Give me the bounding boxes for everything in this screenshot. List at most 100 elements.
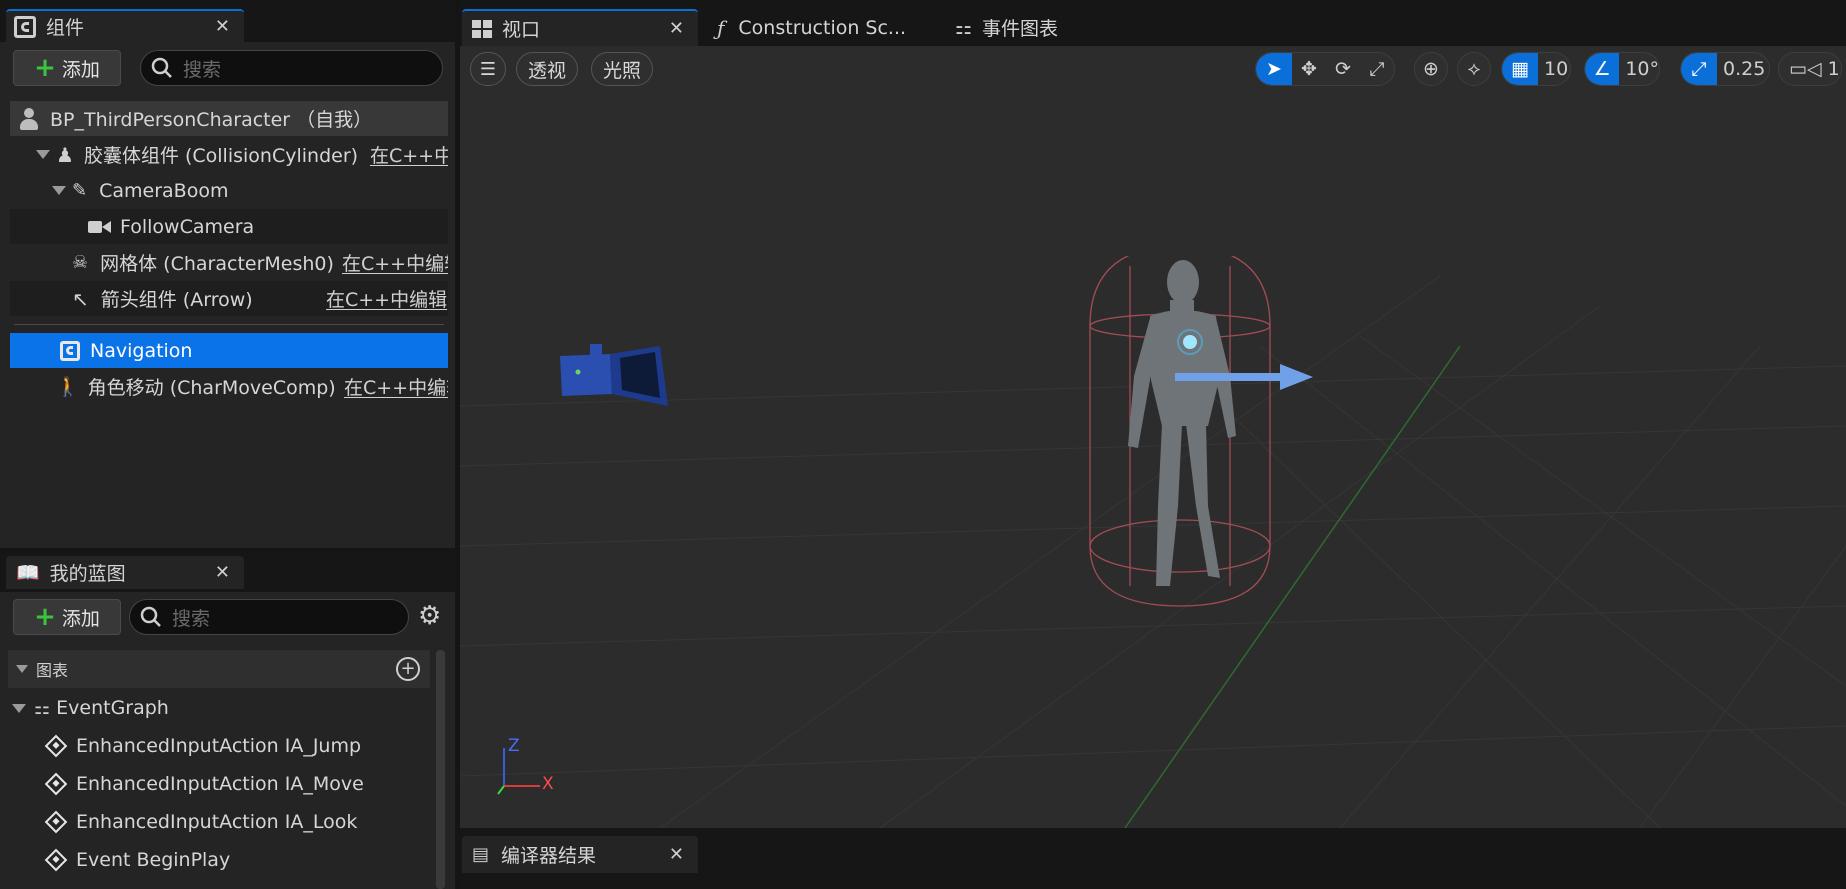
collapse-arrow-icon[interactable] xyxy=(12,703,26,713)
tab-my-blueprint-label: 我的蓝图 xyxy=(49,563,126,585)
scale-snap-group[interactable]: ⤢ 0.25 xyxy=(1680,52,1770,86)
tree-item-followcamera[interactable]: FollowCamera xyxy=(10,209,448,244)
add-component-button[interactable]: + 添加 xyxy=(13,50,121,86)
transform-tools-group: ➤ ✥ ⟳ ⤢ xyxy=(1255,52,1395,86)
event-item[interactable]: EnhancedInputAction IA_Look xyxy=(44,804,358,840)
search-icon xyxy=(140,606,161,627)
world-space-icon: ⊕ xyxy=(1423,58,1439,80)
tab-components[interactable]: 组件 ✕ xyxy=(6,9,244,42)
event-label: EnhancedInputAction IA_Look xyxy=(76,811,358,833)
tab-event-graph[interactable]: ⚏ 事件图表 xyxy=(945,9,1175,46)
angle-snap-icon[interactable]: ∠ xyxy=(1585,53,1620,85)
grid-snap-group[interactable]: ▦ 10 xyxy=(1501,52,1571,86)
tree-item-label: 角色移动 (CharMoveComp) xyxy=(87,377,336,399)
tab-viewport[interactable]: 视口 ✕ xyxy=(462,9,698,46)
camera-speed-group[interactable]: ▭◁ 1 xyxy=(1778,52,1842,86)
search-placeholder: 搜索 xyxy=(183,58,222,81)
event-graph-label: EventGraph xyxy=(56,697,169,719)
tree-item-charmove[interactable]: 🚶 角色移动 (CharMoveComp) 在C++中编辑 xyxy=(10,369,448,404)
close-icon[interactable]: ✕ xyxy=(215,16,230,37)
edit-in-cpp-link[interactable]: 在C++中编辑 xyxy=(326,285,447,312)
character-icon xyxy=(20,107,38,130)
edit-in-cpp-link[interactable]: 在C++中编辑 xyxy=(342,249,448,276)
event-node-icon xyxy=(44,848,68,872)
blueprint-search-input[interactable]: 搜索 xyxy=(129,599,409,635)
lighting-button[interactable]: 光照 xyxy=(591,52,653,86)
character-movement-icon: 🚶 xyxy=(56,376,80,398)
camera-icon xyxy=(88,219,112,235)
event-item[interactable]: EnhancedInputAction IA_Move xyxy=(44,766,364,802)
scale-tool-icon[interactable]: ⤢ xyxy=(1360,53,1394,85)
expand-arrow-icon[interactable] xyxy=(36,150,50,159)
tree-root-label: BP_ThirdPersonCharacter （自我） xyxy=(50,109,373,131)
arrow-component-mesh xyxy=(1175,364,1313,390)
event-node-icon xyxy=(44,810,68,834)
skeleton-icon: ☠ xyxy=(72,252,89,273)
add-blueprint-item-button[interactable]: + 添加 xyxy=(13,599,121,635)
event-graph-row[interactable]: ⚏ EventGraph xyxy=(8,690,430,726)
tree-item-navigation[interactable]: Navigation xyxy=(10,333,448,368)
scale-snap-value[interactable]: 0.25 xyxy=(1723,58,1765,80)
rotation-snap-value[interactable]: 10° xyxy=(1625,58,1659,80)
event-node-icon xyxy=(44,772,68,796)
add-circle-icon[interactable]: + xyxy=(396,657,420,681)
event-item[interactable]: Event BeginPlay xyxy=(44,842,230,878)
viewport-menu-button[interactable]: ☰ xyxy=(470,52,506,86)
tree-item-label: Navigation xyxy=(90,339,193,362)
add-label: 添加 xyxy=(61,607,100,630)
lighting-label: 光照 xyxy=(602,59,641,82)
follow-camera-mesh xyxy=(560,344,668,406)
grid-snap-icon[interactable]: ▦ xyxy=(1502,53,1538,85)
rotation-snap-group[interactable]: ∠ 10° xyxy=(1584,52,1660,86)
arrow-component-icon: ↖ xyxy=(72,286,89,311)
edit-in-cpp-link[interactable]: 在C++中编辑 xyxy=(344,373,448,400)
surface-snap-toggle[interactable]: ⟡ xyxy=(1457,52,1491,86)
settings-gear-icon[interactable]: ⚙ xyxy=(418,601,441,631)
tree-item-cameraboom[interactable]: ✎ CameraBoom xyxy=(10,173,448,208)
edit-in-cpp-link[interactable]: 在C++中编辑 xyxy=(370,141,448,168)
rotate-tool-icon[interactable]: ⟳ xyxy=(1326,53,1360,85)
section-header-graphs[interactable]: 图表 + xyxy=(8,650,430,688)
add-label: 添加 xyxy=(61,58,100,81)
close-icon[interactable]: ✕ xyxy=(669,844,684,865)
component-search-input[interactable]: 搜索 xyxy=(140,50,443,86)
book-icon: 📖 xyxy=(16,562,40,584)
axis-x-label: X xyxy=(542,774,554,794)
tab-components-label: 组件 xyxy=(46,17,85,39)
expand-arrow-icon[interactable] xyxy=(52,186,66,195)
axis-gizmo xyxy=(497,748,540,795)
character-mesh xyxy=(1089,256,1271,607)
tree-item-capsule[interactable]: ♟ 胶囊体组件 (CollisionCylinder) 在C++中编辑 xyxy=(10,137,448,172)
camera-speed-value: 1 xyxy=(1827,58,1840,80)
collapse-arrow-icon[interactable] xyxy=(16,665,28,673)
search-icon xyxy=(151,57,172,78)
compiler-results-icon: ▤ xyxy=(472,844,490,865)
select-tool-icon[interactable]: ➤ xyxy=(1256,53,1292,85)
scale-snap-icon[interactable]: ⤢ xyxy=(1681,53,1717,85)
move-tool-icon[interactable]: ✥ xyxy=(1292,53,1326,85)
world-local-toggle[interactable]: ⊕ xyxy=(1414,52,1448,86)
graph-icon: ⚏ xyxy=(955,16,973,39)
event-item[interactable]: EnhancedInputAction IA_Jump xyxy=(44,728,361,764)
tree-item-label: 箭头组件 (Arrow) xyxy=(100,289,253,311)
spring-arm-icon: ✎ xyxy=(72,180,88,201)
grid-snap-value[interactable]: 10 xyxy=(1544,58,1568,80)
tree-divider xyxy=(14,324,444,325)
tab-my-blueprint[interactable]: 📖 我的蓝图 ✕ xyxy=(6,556,244,589)
tree-root[interactable]: BP_ThirdPersonCharacter （自我） xyxy=(10,101,448,136)
viewport[interactable]: Z X xyxy=(460,46,1846,828)
perspective-button[interactable]: 透视 xyxy=(516,52,578,86)
tab-viewport-label: 视口 xyxy=(502,19,541,41)
tab-compiler-results[interactable]: ▤ 编译器结果 ✕ xyxy=(462,836,698,873)
plus-icon: + xyxy=(34,602,56,632)
surface-snap-icon: ⟡ xyxy=(1467,58,1481,80)
tree-item-label: 胶囊体组件 (CollisionCylinder) xyxy=(83,145,359,167)
tree-item-mesh[interactable]: ☠ 网格体 (CharacterMesh0) 在C++中编辑 xyxy=(10,245,448,280)
close-icon[interactable]: ✕ xyxy=(669,18,684,39)
scrollbar[interactable] xyxy=(436,650,445,889)
tree-item-arrow[interactable]: ↖ 箭头组件 (Arrow) 在C++中编辑 xyxy=(10,281,448,316)
tab-construction-script[interactable]: ƒ Construction Sc... xyxy=(705,9,935,46)
tab-event-graph-label: 事件图表 xyxy=(982,18,1059,40)
event-node-icon xyxy=(44,734,68,758)
close-icon[interactable]: ✕ xyxy=(215,562,230,583)
